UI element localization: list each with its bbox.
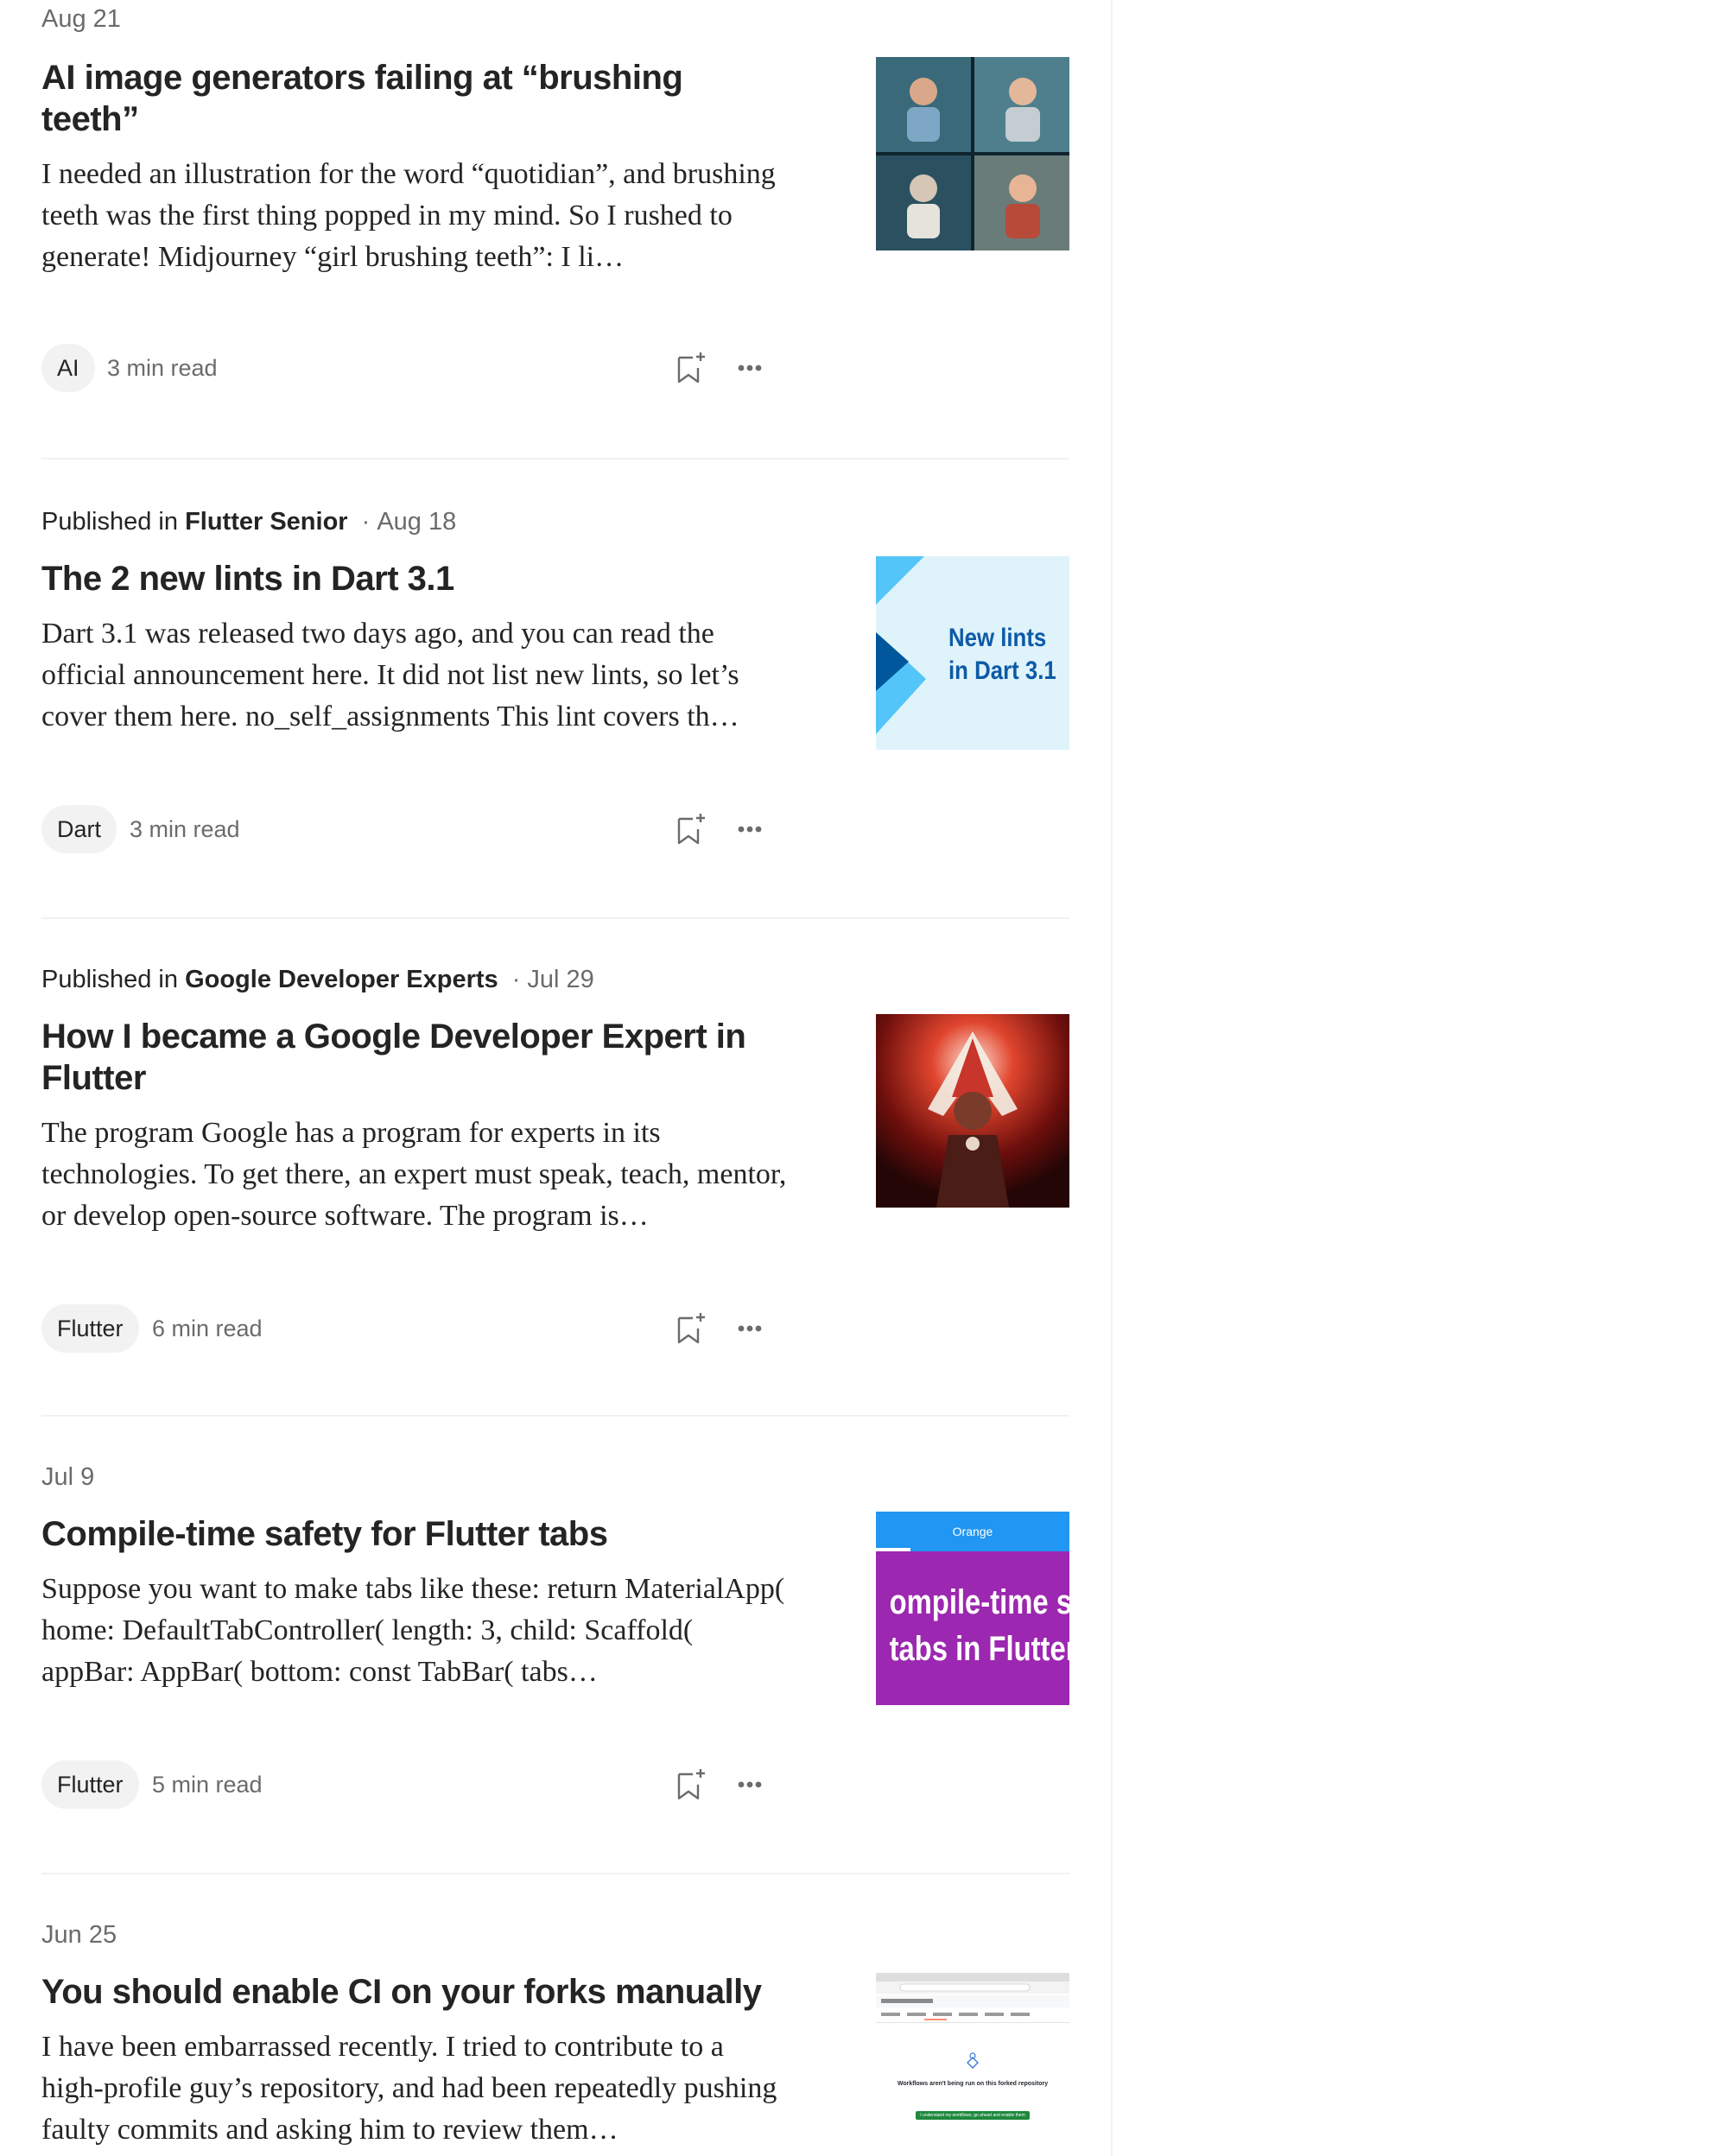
article-thumbnail[interactable]: Workflows aren't being run on this forke… — [876, 1973, 1069, 2156]
article-footer: Dart 3 min read — [41, 805, 793, 857]
article-divider — [41, 917, 1069, 919]
more-horizontal-icon[interactable] — [731, 1766, 769, 1804]
article-date: Aug 18 — [377, 508, 457, 536]
article-excerpt[interactable]: I needed an illustration for the word “q… — [41, 154, 793, 278]
article-excerpt[interactable]: Suppose you want to make tabs like these… — [41, 1569, 793, 1693]
article-meta: Published in Flutter Senior · Aug 18 — [41, 506, 456, 537]
article-divider — [41, 458, 1069, 460]
article-date: Jul 29 — [527, 966, 594, 993]
article-meta: Aug 21 — [41, 3, 121, 35]
published-in-label: Published in — [41, 508, 178, 536]
read-time: 6 min read — [152, 1316, 263, 1341]
article-meta: Published in Google Developer Experts · J… — [41, 964, 594, 995]
tag-chip[interactable]: Flutter — [41, 1760, 139, 1809]
article-title[interactable]: The 2 new lints in Dart 3.1 — [41, 558, 784, 599]
more-horizontal-icon[interactable] — [731, 810, 769, 848]
published-in-label: Published in — [41, 966, 178, 993]
article-thumbnail[interactable] — [876, 1014, 1069, 1208]
bookmark-plus-icon[interactable] — [672, 1309, 710, 1348]
publication-link[interactable]: Google Developer Experts — [185, 966, 498, 993]
article-divider — [41, 1873, 1069, 1874]
article-footer: Flutter 5 min read — [41, 1760, 793, 1812]
article-meta: Jul 9 — [41, 1462, 94, 1493]
thumbnail-image-headdress-figure — [876, 1014, 1069, 1208]
article-feed: Aug 21 AI image generators failing at “b… — [41, 0, 1069, 2156]
read-time: 3 min read — [130, 816, 240, 842]
article-date: Jul 9 — [41, 1463, 95, 1491]
read-time: 5 min read — [152, 1772, 263, 1798]
bookmark-plus-icon[interactable] — [672, 349, 710, 387]
bookmark-plus-icon[interactable] — [672, 810, 710, 848]
read-time: 3 min read — [107, 355, 218, 381]
article-title[interactable]: Compile-time safety for Flutter tabs — [41, 1513, 784, 1555]
article-title[interactable]: You should enable CI on your forks manua… — [41, 1971, 784, 2013]
tag-chip[interactable]: Flutter — [41, 1304, 139, 1353]
article-date: Jun 25 — [41, 1921, 117, 1949]
article-meta: Jun 25 — [41, 1919, 117, 1950]
bookmark-plus-icon[interactable] — [672, 1766, 710, 1804]
publication-link[interactable]: Flutter Senior — [185, 508, 348, 536]
article-footer: Flutter 6 min read — [41, 1304, 793, 1356]
meta-separator: · — [511, 966, 521, 993]
thumbnail-tab-indicator — [876, 1548, 910, 1551]
sidebar-divider — [1111, 0, 1113, 2156]
meta-separator: · — [361, 508, 371, 536]
article-divider — [41, 1415, 1069, 1417]
thumbnail-caption: ompile-time saf tabs in Flutter — [889, 1583, 1069, 1668]
article-title[interactable]: How I became a Google Developer Expert i… — [41, 1016, 784, 1099]
article-thumbnail[interactable] — [876, 57, 1069, 250]
article-excerpt[interactable]: Dart 3.1 was released two days ago, and … — [41, 613, 793, 738]
thumbnail-enable-button: I understand my workflows, go ahead and … — [916, 2111, 1030, 2120]
article-thumbnail[interactable]: New lints in Dart 3.1 — [876, 556, 1069, 750]
tag-chip[interactable]: Dart — [41, 805, 117, 853]
article-excerpt[interactable]: I have been embarrassed recently. I trie… — [41, 2026, 793, 2151]
thumbnail-tab-label: Orange — [952, 1525, 993, 1538]
article-excerpt[interactable]: The program Google has a program for exp… — [41, 1113, 793, 1237]
article-thumbnail[interactable]: Orange ompile-time saf tabs in Flutter — [876, 1512, 1069, 1705]
thumbnail-caption: New lints in Dart 3.1 — [948, 624, 1056, 685]
thumbnail-image-brushing-teeth — [876, 57, 1069, 250]
article-date: Aug 21 — [41, 5, 121, 33]
more-horizontal-icon[interactable] — [731, 349, 769, 387]
article-title[interactable]: AI image generators failing at “brushing… — [41, 57, 784, 140]
thumbnail-github-screenshot — [876, 1973, 1069, 2140]
more-horizontal-icon[interactable] — [731, 1309, 769, 1348]
article-footer: AI 3 min read — [41, 344, 793, 396]
tag-chip[interactable]: AI — [41, 344, 95, 392]
thumbnail-heading: Workflows aren't being run on this forke… — [897, 2081, 1049, 2087]
